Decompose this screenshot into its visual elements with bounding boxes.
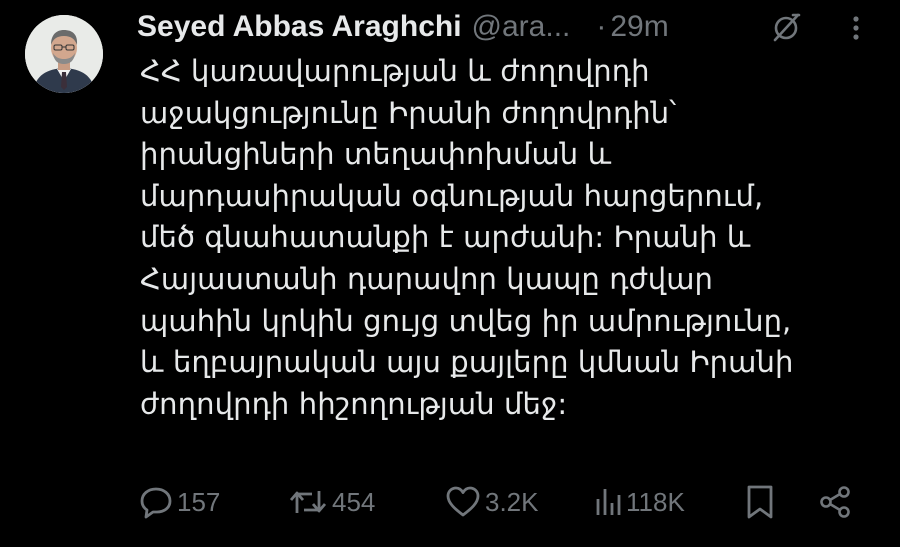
tweet-header: Seyed Abbas Araghchi @ara... · 29m <box>137 5 877 49</box>
reply-button[interactable]: 157 <box>139 480 220 524</box>
timestamp[interactable]: 29m <box>610 10 668 44</box>
bookmark-icon <box>747 485 773 519</box>
tweet-text: ՀՀ կառավարության և ժողովրդի աջակցություն… <box>140 54 794 421</box>
share-icon <box>820 486 850 518</box>
views-icon <box>596 489 621 515</box>
bookmark-button[interactable] <box>745 480 775 524</box>
more-icon[interactable] <box>847 12 865 44</box>
retweet-count: 454 <box>332 486 376 517</box>
view-count: 118K <box>626 486 685 517</box>
retweet-icon <box>289 491 327 513</box>
grok-icon[interactable] <box>771 11 803 43</box>
like-count: 3.2K <box>485 486 539 517</box>
tweet[interactable]: Seyed Abbas Araghchi @ara... · 29m ՀՀ կա… <box>0 0 900 547</box>
author-handle[interactable]: @ara... <box>472 10 571 44</box>
reply-count: 157 <box>177 486 221 517</box>
avatar-photo <box>25 15 103 93</box>
header-separator: · <box>596 10 607 43</box>
action-bar: 157 454 3.2K 118K <box>0 480 900 524</box>
avatar[interactable] <box>25 15 103 93</box>
reply-icon <box>140 487 172 519</box>
like-icon <box>446 486 480 517</box>
views-button[interactable]: 118K <box>594 480 685 524</box>
share-button[interactable] <box>818 480 852 524</box>
author-name[interactable]: Seyed Abbas Araghchi <box>137 10 462 44</box>
like-button[interactable]: 3.2K <box>445 480 539 524</box>
retweet-button[interactable]: 454 <box>288 480 375 524</box>
